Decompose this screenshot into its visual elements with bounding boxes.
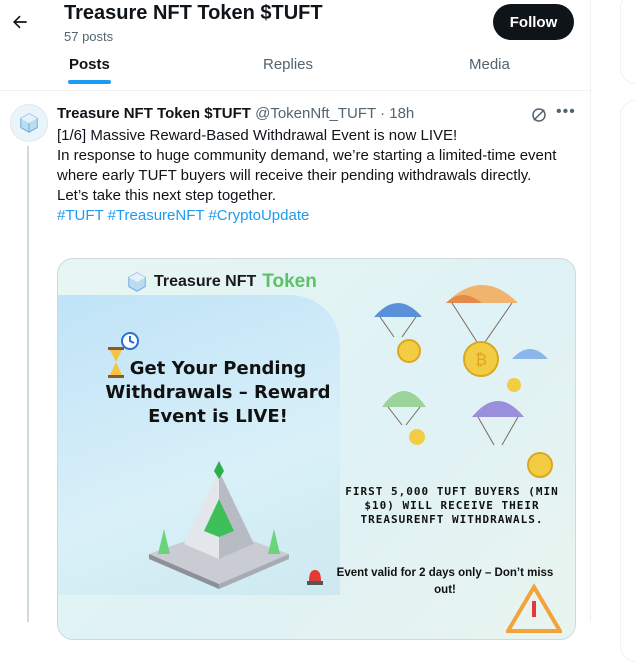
tweet-line: In response to huge community demand, we… [57, 147, 557, 184]
back-arrow-icon[interactable] [8, 8, 32, 36]
avatar[interactable] [10, 104, 48, 142]
tweet-text: [1/6] Massive Reward-Based Withdrawal Ev… [57, 126, 577, 226]
thread-line [27, 146, 29, 622]
tab-replies[interactable]: Replies [263, 56, 313, 73]
offer-text: FIRST 5,000 TUFT BUYERS (MIN $10) WILL R… [345, 485, 559, 526]
profile-header: Treasure NFT Token $TUFT 57 posts Follow… [0, 0, 590, 91]
brand-name: Treasure NFT [154, 273, 257, 290]
follow-button[interactable]: Follow [493, 4, 574, 40]
pyramid-platform-icon [149, 461, 289, 589]
hashtag-link[interactable]: #TreasureNFT [108, 207, 205, 224]
tweet-header: Treasure NFT Token $TUFT @TokenNft_TUFT … [57, 105, 414, 122]
hashtag-link[interactable]: #CryptoUpdate [208, 207, 309, 224]
tweet-line: Let’s take this next step together. [57, 187, 277, 204]
profile-title: Treasure NFT Token $TUFT [64, 2, 323, 24]
tweet-image[interactable]: Treasure NFT Token Get Your Pending With… [57, 258, 576, 640]
grok-icon[interactable] [530, 106, 548, 124]
svg-text:₿: ₿ [475, 350, 487, 369]
tab-media[interactable]: Media [469, 56, 510, 73]
tweet-line: [1/6] Massive Reward-Based Withdrawal Ev… [57, 127, 458, 144]
cube-logo-icon [20, 113, 38, 133]
active-tab-indicator [68, 80, 111, 84]
author-name[interactable]: Treasure NFT Token $TUFT [57, 105, 251, 122]
tab-posts[interactable]: Posts [69, 56, 110, 73]
author-handle-time[interactable]: @TokenNft_TUFT · 18h [255, 105, 414, 122]
brand-accent: Token [262, 271, 317, 292]
sidebar-card [620, 0, 636, 84]
more-options-icon[interactable]: ••• [556, 103, 576, 121]
siren-icon [307, 570, 323, 585]
hashtag-link[interactable]: #TUFT [57, 207, 103, 224]
image-brand: Treasure NFT Token [126, 271, 317, 293]
cube-logo-icon [128, 272, 146, 292]
column-divider [590, 0, 591, 622]
post-count: 57 posts [64, 29, 114, 44]
sidebar-card [620, 100, 636, 662]
parachute-coins-illustration: ₿ [374, 285, 553, 478]
hashtags: #TUFT #TreasureNFT #CryptoUpdate [57, 206, 577, 226]
warning-icon [506, 583, 562, 633]
profile-tabs: Posts Replies Media [0, 50, 590, 90]
image-headline: Get Your Pending Withdrawals – Reward Ev… [105, 358, 331, 427]
